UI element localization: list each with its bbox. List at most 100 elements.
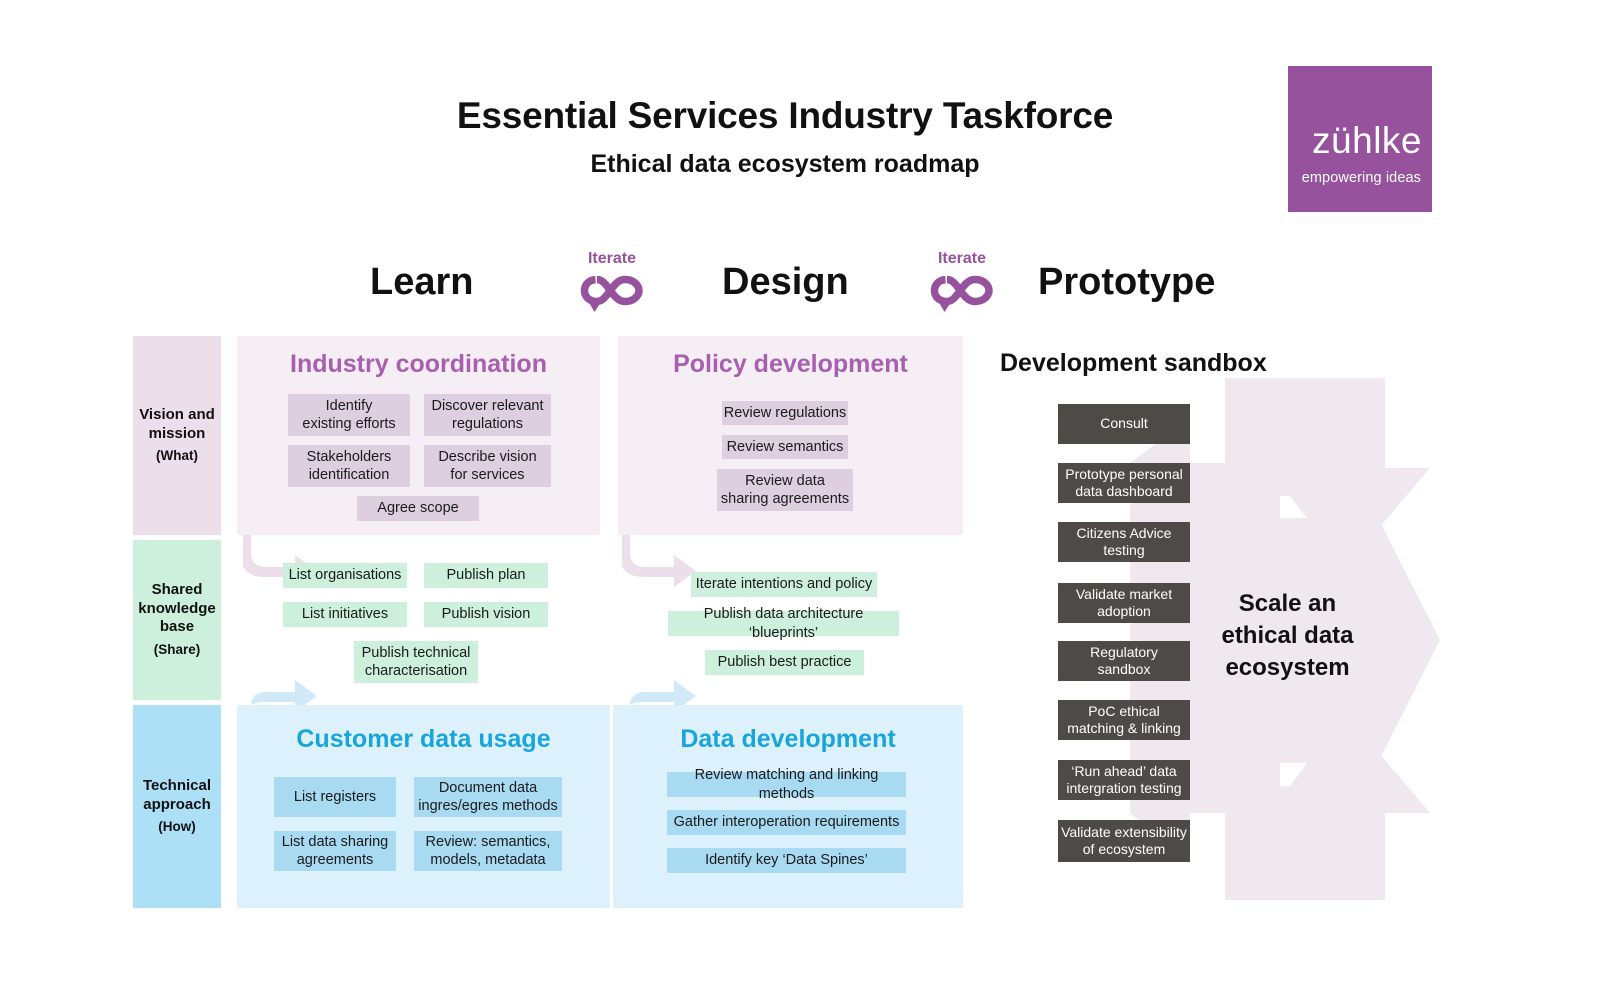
- infinity-loop-icon: [930, 275, 993, 312]
- chip-line-1: Validate extensibility: [1061, 823, 1187, 840]
- chip-publish-data-architecture-blueprints[interactable]: Publish data architecture ‘blueprints’: [668, 606, 899, 641]
- chip-line-2: ingres/egres methods: [418, 798, 558, 814]
- panel-title-development-sandbox: Development sandbox: [1000, 349, 1267, 377]
- row-label-line-1: Vision and: [139, 405, 215, 423]
- chip-label: Consult: [1100, 415, 1148, 432]
- chip-line-2: existing efforts: [302, 416, 396, 432]
- chip-label: List registers: [293, 788, 377, 805]
- chip-label: Publish data architecture ‘blueprints’: [703, 606, 864, 641]
- chip-line-1: Identify: [325, 397, 373, 414]
- chip-label: List organisations: [288, 567, 402, 584]
- connector-arrow-design-vision-to-shared: [622, 533, 696, 587]
- row-label-line-2: knowledge: [138, 599, 216, 617]
- chip-publish-best-practice[interactable]: Publish best practice: [705, 650, 864, 675]
- row-label-line-1: Technical: [142, 776, 212, 794]
- iterate-label: Iterate: [937, 250, 987, 267]
- chip-document-data-ingres-egres-methods[interactable]: Document data ingres/egres methods: [414, 777, 562, 817]
- chip-poc-ethical-matching-linking[interactable]: PoC ethical matching & linking: [1058, 700, 1190, 740]
- phase-title-design: Design: [722, 261, 849, 303]
- iterate-marker-design-prototype: Iterate: [917, 250, 1007, 313]
- row-label-line-2: mission: [148, 424, 206, 442]
- chip-validate-market-adoption[interactable]: Validate market adoption: [1058, 583, 1190, 623]
- row-label-shared-knowledge-base: Shared knowledge base (Share): [133, 540, 221, 700]
- chip-label: Publish best practice: [717, 654, 852, 671]
- row-label-sub: (What): [156, 448, 198, 464]
- chip-line-1: Discover relevant: [431, 397, 544, 414]
- chip-line-1: PoC ethical: [1088, 702, 1160, 719]
- chip-publish-technical-characterisation[interactable]: Publish technical characterisation: [354, 641, 478, 683]
- chip-gather-interoperation-requirements[interactable]: Gather interoperation requirements: [667, 810, 906, 835]
- panel-title-customer-data-usage: Customer data usage: [296, 725, 551, 753]
- logo-tagline: empowering ideas: [1301, 170, 1421, 186]
- chip-list-organisations[interactable]: List organisations: [283, 563, 407, 588]
- row-label-sub: (Share): [153, 642, 201, 658]
- chip-label: Review regulations: [723, 404, 847, 421]
- scale-outcome-label: Scale an ethical data ecosystem: [1195, 588, 1380, 684]
- chip-line-2: adoption: [1097, 603, 1151, 619]
- chip-publish-plan[interactable]: Publish plan: [424, 563, 548, 588]
- chip-review-semantics[interactable]: Review semantics: [722, 435, 848, 459]
- chip-list-registers[interactable]: List registers: [274, 777, 396, 817]
- chip-label: Agree scope: [377, 500, 459, 517]
- chip-line-1: Describe vision: [438, 448, 537, 465]
- chip-label: Identify key ‘Data Spines’: [705, 852, 868, 869]
- scale-line-2: ethical data: [1221, 621, 1354, 649]
- chip-line-2: agreements: [296, 852, 374, 868]
- chip-list-data-sharing-agreements[interactable]: List data sharing agreements: [274, 831, 396, 871]
- chip-line-1: Validate market: [1075, 585, 1173, 602]
- chip-list-initiatives[interactable]: List initiatives: [283, 602, 407, 627]
- chip-label: Publish plan: [446, 567, 526, 584]
- chip-label: List initiatives: [301, 606, 389, 623]
- chip-iterate-intentions-and-policy[interactable]: Iterate intentions and policy: [691, 572, 877, 597]
- chip-review-semantics-models-metadata[interactable]: Review: semantics, models, metadata: [414, 831, 562, 871]
- chip-validate-extensibility-of-ecosystem[interactable]: Validate extensibility of ecosystem: [1058, 820, 1190, 862]
- chip-stakeholders-identification[interactable]: Stakeholders identification: [288, 445, 410, 487]
- chip-run-ahead-data-intergration-testing[interactable]: ‘Run ahead’ data intergration testing: [1058, 760, 1190, 800]
- chip-publish-vision[interactable]: Publish vision: [424, 602, 548, 627]
- chip-discover-relevant-regulations[interactable]: Discover relevant regulations: [424, 394, 551, 436]
- chip-consult[interactable]: Consult: [1058, 404, 1190, 444]
- chip-label: Iterate intentions and policy: [695, 576, 873, 593]
- row-label-line-3: base: [159, 618, 195, 636]
- chip-label: Review matching and linking methods: [694, 767, 879, 802]
- logo-wordmark: zühlke: [1312, 120, 1422, 161]
- panel-title-industry-coordination: Industry coordination: [290, 350, 547, 378]
- phase-title-learn: Learn: [370, 261, 474, 303]
- chip-citizens-advice-testing[interactable]: Citizens Advice testing: [1058, 522, 1190, 562]
- chip-review-matching-and-linking-methods[interactable]: Review matching and linking methods: [667, 767, 906, 802]
- chip-line-1: Document data: [438, 779, 538, 796]
- iterate-marker-learn-design: Iterate: [567, 250, 657, 313]
- chip-line-2: sandbox: [1097, 661, 1151, 677]
- chip-line-2: models, metadata: [430, 852, 546, 868]
- chip-review-data-sharing-agreements[interactable]: Review data sharing agreements: [717, 469, 853, 511]
- chip-line-2: regulations: [452, 416, 523, 432]
- panel-title-policy-development: Policy development: [673, 350, 908, 378]
- chip-prototype-personal-data-dashboard[interactable]: Prototype personal data dashboard: [1058, 463, 1190, 503]
- chip-describe-vision-for-services[interactable]: Describe vision for services: [424, 445, 551, 487]
- zuhlke-logo: zühlke empowering ideas: [1288, 66, 1432, 212]
- row-label-vision-and-mission: Vision and mission (What): [133, 336, 221, 535]
- chip-label: Publish vision: [441, 606, 531, 623]
- scale-line-3: ecosystem: [1225, 653, 1350, 681]
- chip-line-1: Publish technical: [361, 644, 471, 661]
- chip-line-1: ‘Run ahead’ data: [1071, 762, 1177, 779]
- chip-line-1: Stakeholders: [306, 448, 392, 465]
- chip-regulatory-sandbox[interactable]: Regulatory sandbox: [1058, 641, 1190, 681]
- panel-title-data-development: Data development: [680, 725, 896, 753]
- chip-line-2: data dashboard: [1075, 483, 1173, 499]
- chip-review-regulations[interactable]: Review regulations: [722, 401, 848, 425]
- chip-agree-scope[interactable]: Agree scope: [357, 496, 479, 521]
- chip-identify-existing-efforts[interactable]: Identify existing efforts: [288, 394, 410, 436]
- chip-line-2: of ecosystem: [1082, 841, 1166, 857]
- chip-line-2: identification: [308, 467, 390, 483]
- chip-line-1: List data sharing: [281, 833, 389, 850]
- chip-identify-key-data-spines[interactable]: Identify key ‘Data Spines’: [667, 848, 906, 873]
- chip-line-2: for services: [450, 467, 525, 483]
- chip-label: Review semantics: [726, 438, 844, 455]
- chip-line-1: Regulatory: [1090, 643, 1158, 660]
- chip-line-2: intergration testing: [1066, 780, 1182, 796]
- row-label-line-2: approach: [143, 795, 211, 813]
- row-label-sub: (How): [158, 819, 196, 835]
- chip-line-2: sharing agreements: [720, 491, 850, 507]
- chip-line-1: Review: semantics,: [425, 833, 551, 850]
